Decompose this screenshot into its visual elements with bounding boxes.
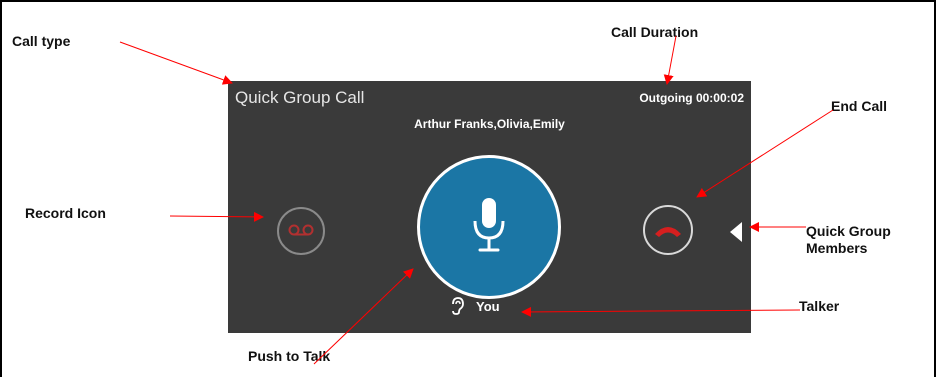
call-screen-panel: Quick Group Call Outgoing 00:00:02 Arthu…: [228, 81, 751, 333]
end-call-button[interactable]: [643, 205, 693, 255]
talker-name: You: [476, 298, 500, 314]
push-to-talk-button[interactable]: [417, 155, 561, 299]
callout-quick-group-members: Quick Group Members: [806, 223, 891, 257]
participant-list: Arthur Franks,Olivia,Emily: [414, 117, 565, 131]
quick-group-members-toggle[interactable]: [730, 222, 742, 242]
callout-push-to-talk: Push to Talk: [248, 348, 331, 364]
call-duration: Outgoing 00:00:02: [639, 91, 744, 105]
callout-record-icon: Record Icon: [25, 205, 106, 221]
record-button[interactable]: [277, 207, 325, 255]
talker-indicator: You: [450, 297, 500, 315]
callout-quick-group-members-line1: Quick Group: [806, 223, 891, 239]
voicemail-icon: [288, 224, 314, 236]
ear-icon: [452, 297, 464, 315]
hang-up-icon: [655, 227, 681, 237]
callout-talker: Talker: [799, 298, 840, 314]
call-type-title: Quick Group Call: [235, 88, 365, 107]
callout-quick-group-members-line2: Members: [806, 240, 868, 256]
callout-call-duration: Call Duration: [611, 24, 699, 40]
microphone-icon: [473, 198, 505, 252]
callout-end-call: End Call: [831, 98, 888, 114]
callout-call-type: Call type: [12, 33, 71, 49]
